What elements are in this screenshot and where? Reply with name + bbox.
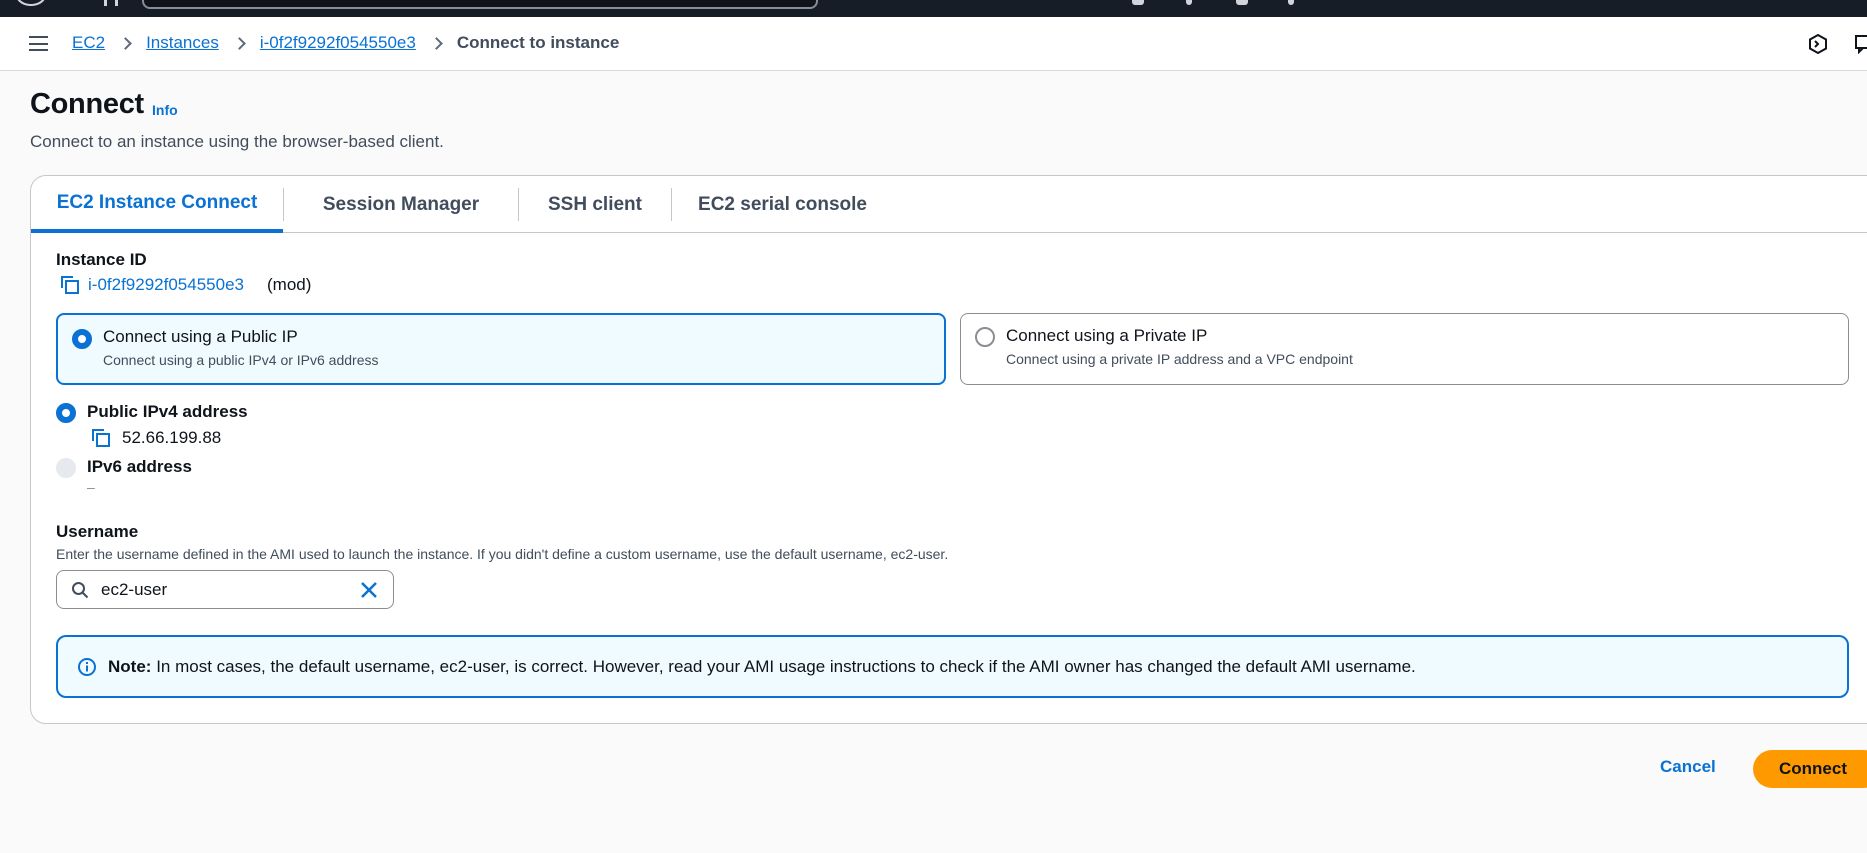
ipv6-value: – — [87, 479, 95, 495]
note-prefix: Note: — [108, 657, 152, 676]
username-input[interactable] — [101, 578, 331, 602]
public-ip-radio[interactable] — [72, 329, 92, 349]
breadcrumb-instance-id[interactable]: i-0f2f9292f054550e3 — [260, 33, 416, 53]
note-message: Note: In most cases, the default usernam… — [108, 657, 1416, 677]
breadcrumb-ec2[interactable]: EC2 — [72, 33, 105, 53]
search-icon — [72, 582, 89, 599]
copy-icon[interactable] — [60, 275, 80, 295]
info-circle-icon — [78, 658, 96, 676]
cancel-button[interactable]: Cancel — [1660, 757, 1716, 777]
top-navigation — [0, 0, 1867, 17]
feedback-icon[interactable] — [1854, 34, 1867, 54]
ipv6-label: IPv6 address — [87, 457, 192, 476]
breadcrumb-bar: EC2 Instances i-0f2f9292f054550e3 Connec… — [0, 17, 1867, 71]
ipv6-radio — [56, 458, 76, 478]
username-hint: Enter the username defined in the AMI us… — [56, 546, 949, 562]
page-description: Connect to an instance using the browser… — [30, 132, 444, 151]
aws-logo[interactable] — [14, 0, 48, 6]
tab-session-manager[interactable]: Session Manager — [284, 176, 518, 233]
chevron-right-icon — [232, 36, 246, 50]
global-search-input[interactable] — [142, 0, 818, 9]
page-title: Connect — [30, 88, 144, 120]
ipv4-radio[interactable] — [56, 403, 76, 423]
tab-ec2-instance-connect[interactable]: EC2 Instance Connect — [31, 176, 283, 233]
connection-tabs: EC2 Instance Connect Session Manager SSH… — [31, 176, 1867, 233]
tab-ssh-client[interactable]: SSH client — [519, 176, 671, 233]
info-link[interactable]: Info — [152, 102, 178, 118]
public-ip-option-card[interactable]: Connect using a Public IP Connect using … — [56, 313, 946, 385]
notifications-icon[interactable] — [1186, 0, 1192, 5]
private-ip-option-title: Connect using a Private IP — [1006, 326, 1208, 345]
public-ip-option-title: Connect using a Public IP — [103, 327, 298, 346]
breadcrumb: EC2 Instances i-0f2f9292f054550e3 Connec… — [72, 33, 619, 53]
private-ip-option-subtitle: Connect using a private IP address and a… — [1006, 351, 1353, 367]
copy-icon[interactable] — [91, 428, 111, 448]
clear-icon[interactable] — [359, 580, 379, 600]
username-field[interactable] — [56, 570, 394, 609]
private-ip-radio[interactable] — [975, 327, 995, 347]
connect-panel: EC2 Instance Connect Session Manager SSH… — [30, 175, 1867, 724]
cloudshell-icon[interactable] — [1808, 34, 1828, 54]
ipv4-label: Public IPv4 address — [87, 402, 248, 421]
settings-icon[interactable] — [1288, 0, 1294, 5]
public-ip-option-subtitle: Connect using a public IPv4 or IPv6 addr… — [103, 352, 379, 368]
cloudshell-top-icon[interactable] — [1132, 0, 1144, 5]
breadcrumb-current: Connect to instance — [456, 33, 620, 52]
tab-ec2-serial-console[interactable]: EC2 serial console — [672, 176, 893, 233]
note-alert: Note: In most cases, the default usernam… — [56, 635, 1849, 698]
chevron-right-icon — [119, 36, 132, 50]
menu-icon[interactable] — [29, 36, 48, 51]
note-text: In most cases, the default username, ec2… — [156, 657, 1416, 676]
instance-name-suffix: (mod) — [267, 275, 312, 294]
private-ip-option-card[interactable]: Connect using a Private IP Connect using… — [960, 313, 1849, 385]
username-label: Username — [56, 522, 139, 541]
services-menu-icon[interactable] — [104, 0, 118, 6]
instance-id-label: Instance ID — [56, 250, 147, 269]
breadcrumb-instances[interactable]: Instances — [146, 33, 219, 53]
help-icon[interactable] — [1236, 0, 1248, 5]
instance-id-link[interactable]: i-0f2f9292f054550e3 — [88, 275, 244, 295]
chevron-right-icon — [429, 36, 443, 50]
ipv4-value: 52.66.199.88 — [122, 428, 222, 447]
connect-button[interactable]: Connect — [1753, 750, 1867, 788]
